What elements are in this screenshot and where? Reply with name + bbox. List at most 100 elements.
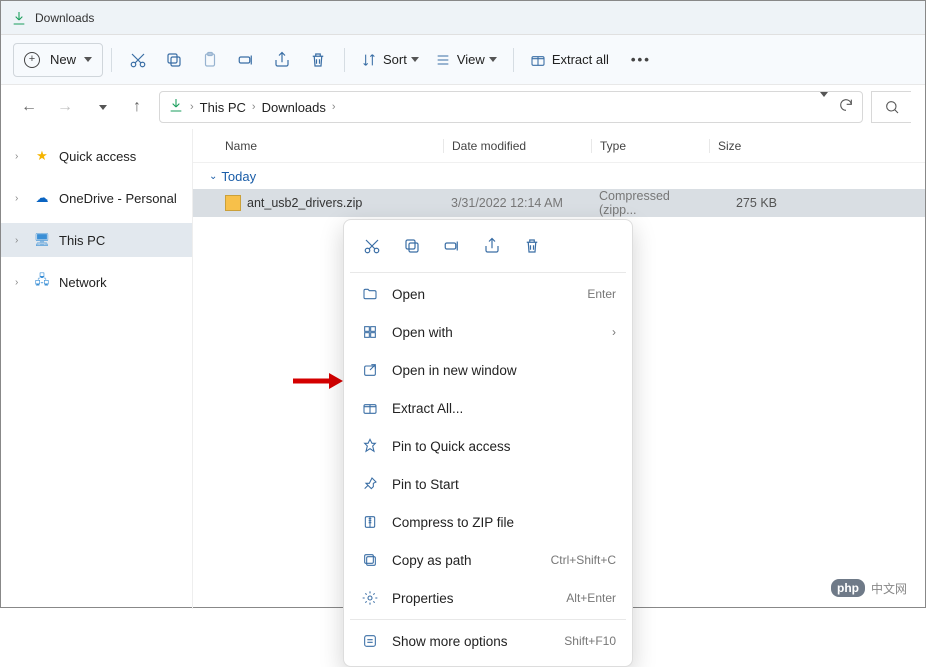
file-row[interactable]: ant_usb2_drivers.zip 3/31/2022 12:14 AM … — [193, 189, 925, 217]
extract-icon — [360, 398, 380, 418]
titlebar: Downloads — [1, 1, 925, 35]
sidebar-item-onedrive[interactable]: › ☁ OneDrive - Personal — [1, 181, 192, 215]
divider — [344, 48, 345, 72]
ctx-open[interactable]: Open Enter — [350, 275, 626, 313]
ctx-open-new-window[interactable]: Open in new window — [350, 351, 626, 389]
watermark: php 中文网 — [831, 579, 907, 597]
chevron-right-icon: › — [332, 101, 336, 113]
ctx-copy-button[interactable] — [394, 230, 430, 262]
group-header[interactable]: ⌄ Today — [193, 163, 925, 189]
forward-button[interactable]: → — [51, 93, 79, 121]
ctx-share-button[interactable] — [474, 230, 510, 262]
pin-icon — [360, 436, 380, 456]
chevron-down-icon — [489, 57, 497, 62]
column-name[interactable]: Name — [193, 139, 443, 153]
copy-button[interactable] — [156, 43, 192, 77]
column-size[interactable]: Size — [709, 139, 789, 153]
file-type: Compressed (zipp... — [591, 189, 709, 217]
back-button[interactable]: ← — [15, 93, 43, 121]
ctx-pin-quick-access[interactable]: Pin to Quick access — [350, 427, 626, 465]
chevron-right-icon: › — [15, 277, 25, 288]
ctx-properties[interactable]: Properties Alt+Enter — [350, 579, 626, 617]
ctx-extract-all[interactable]: Extract All... — [350, 389, 626, 427]
divider — [350, 619, 626, 620]
new-button[interactable]: + New — [13, 43, 103, 77]
paste-button[interactable] — [192, 43, 228, 77]
download-icon — [11, 10, 27, 26]
ctx-open-with[interactable]: Open with › — [350, 313, 626, 351]
ctx-pin-start[interactable]: Pin to Start — [350, 465, 626, 503]
ctx-cut-button[interactable] — [354, 230, 390, 262]
sidebar-item-this-pc[interactable]: › 🖥 This PC — [1, 223, 192, 257]
pc-icon: 🖥 — [33, 231, 51, 249]
context-menu: Open Enter Open with › Open in new windo… — [343, 219, 633, 667]
sidebar: › ★ Quick access › ☁ OneDrive - Personal… — [1, 129, 193, 609]
sidebar-item-label: Network — [59, 275, 107, 290]
chevron-right-icon: › — [15, 151, 25, 162]
chevron-right-icon: › — [15, 235, 25, 246]
rename-button[interactable] — [228, 43, 264, 77]
view-button[interactable]: View — [427, 43, 505, 77]
pin-icon — [360, 474, 380, 494]
ctx-show-more[interactable]: Show more options Shift+F10 — [350, 622, 626, 660]
toolbar: + New Sort View Extract all ••• — [1, 35, 925, 85]
column-date[interactable]: Date modified — [443, 139, 591, 153]
ctx-rename-button[interactable] — [434, 230, 470, 262]
column-headers: Name Date modified Type Size — [193, 129, 925, 163]
chevron-down-icon — [84, 57, 92, 62]
download-icon — [168, 97, 184, 118]
properties-icon — [360, 588, 380, 608]
sidebar-item-label: OneDrive - Personal — [59, 191, 177, 206]
ctx-delete-button[interactable] — [514, 230, 550, 262]
extract-all-button[interactable]: Extract all — [522, 43, 617, 77]
network-icon: 🖧 — [33, 273, 51, 291]
breadcrumb-folder[interactable]: Downloads — [262, 100, 326, 115]
dropdown-button[interactable] — [816, 97, 828, 118]
window-title: Downloads — [35, 11, 94, 25]
folder-icon — [360, 284, 380, 304]
chevron-right-icon: › — [15, 193, 25, 204]
search-input[interactable] — [871, 91, 911, 123]
up-button[interactable]: ↑ — [123, 93, 151, 121]
ctx-copy-path[interactable]: Copy as path Ctrl+Shift+C — [350, 541, 626, 579]
new-window-icon — [360, 360, 380, 380]
chevron-right-icon: › — [252, 101, 256, 113]
star-icon: ★ — [33, 147, 51, 165]
annotation-arrow — [293, 371, 343, 391]
divider — [111, 48, 112, 72]
zip-icon — [360, 512, 380, 532]
zip-icon — [225, 195, 241, 211]
copy-path-icon — [360, 550, 380, 570]
delete-button[interactable] — [300, 43, 336, 77]
more-button[interactable]: ••• — [623, 43, 659, 77]
chevron-right-icon: › — [612, 325, 616, 339]
divider — [513, 48, 514, 72]
file-size: 275 KB — [709, 196, 789, 210]
divider — [350, 272, 626, 273]
plus-icon: + — [24, 52, 40, 68]
sidebar-item-label: Quick access — [59, 149, 136, 164]
search-icon — [884, 99, 900, 115]
column-type[interactable]: Type — [591, 139, 709, 153]
address-row: ← → ↑ › This PC › Downloads › — [1, 85, 925, 129]
cloud-icon: ☁ — [33, 189, 51, 207]
sidebar-item-quick-access[interactable]: › ★ Quick access — [1, 139, 192, 173]
file-name: ant_usb2_drivers.zip — [247, 196, 362, 210]
chevron-right-icon: › — [190, 101, 194, 113]
extract-icon — [530, 52, 546, 68]
file-date: 3/31/2022 12:14 AM — [443, 196, 591, 210]
recent-button[interactable] — [87, 93, 115, 121]
view-icon — [435, 52, 451, 68]
sort-button[interactable]: Sort — [353, 43, 427, 77]
ctx-compress-zip[interactable]: Compress to ZIP file — [350, 503, 626, 541]
breadcrumb-root[interactable]: This PC — [200, 100, 246, 115]
refresh-button[interactable] — [838, 97, 854, 118]
sidebar-item-network[interactable]: › 🖧 Network — [1, 265, 192, 299]
share-button[interactable] — [264, 43, 300, 77]
chevron-down-icon: ⌄ — [209, 171, 217, 182]
chevron-down-icon — [411, 57, 419, 62]
address-bar[interactable]: › This PC › Downloads › — [159, 91, 863, 123]
more-icon — [360, 631, 380, 651]
cut-button[interactable] — [120, 43, 156, 77]
open-with-icon — [360, 322, 380, 342]
